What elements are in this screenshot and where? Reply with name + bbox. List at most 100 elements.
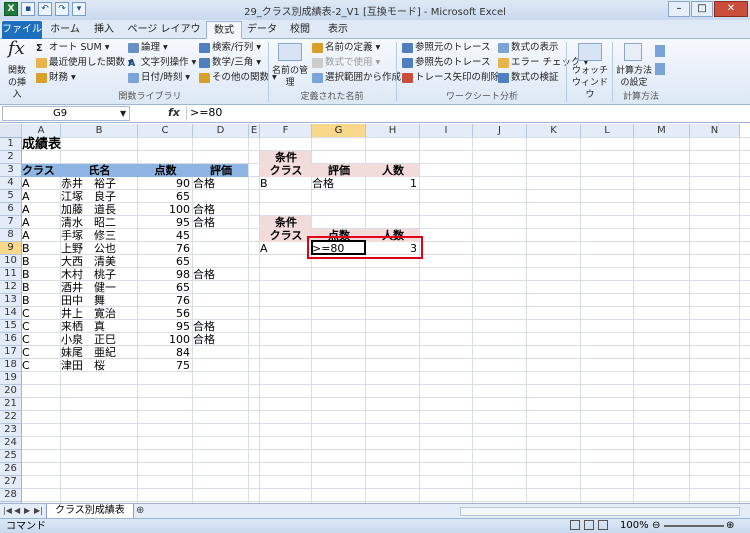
column-header[interactable]: K: [527, 124, 581, 138]
autosum-button[interactable]: Σ オート SUM ▾: [36, 42, 110, 54]
cell-grade[interactable]: [193, 229, 249, 242]
trace-precedents-button[interactable]: 参照元のトレース: [402, 42, 491, 54]
cell-score[interactable]: 56: [138, 307, 193, 320]
criteria-header-count[interactable]: 人数: [366, 164, 420, 177]
row-header[interactable]: 3: [0, 164, 22, 177]
financial-button[interactable]: 財務 ▾: [36, 72, 76, 84]
datetime-button[interactable]: 日付/時刻 ▾: [128, 72, 190, 84]
criteria-header-class[interactable]: クラス: [260, 229, 312, 242]
first-sheet-icon[interactable]: |◀: [3, 506, 12, 515]
cell-score[interactable]: 65: [138, 281, 193, 294]
header-score[interactable]: 点数: [138, 164, 193, 177]
column-header[interactable]: L: [581, 124, 634, 138]
cell-score[interactable]: 45: [138, 229, 193, 242]
minimize-button[interactable]: –: [668, 1, 690, 17]
define-name-button[interactable]: 名前の定義 ▾: [312, 42, 380, 54]
row-header[interactable]: 7: [0, 216, 22, 229]
use-in-formula-button[interactable]: 数式で使用 ▾: [312, 57, 380, 69]
criteria-header-grade[interactable]: 評価: [312, 164, 366, 177]
remove-arrows-button[interactable]: トレース矢印の削除 ▾: [402, 72, 508, 84]
column-header[interactable]: I: [420, 124, 473, 138]
cell-grade[interactable]: [193, 255, 249, 268]
criteria-count-result[interactable]: 1: [366, 177, 420, 190]
recent-functions-button[interactable]: 最近使用した関数 ▾: [36, 57, 133, 69]
column-header[interactable]: C: [138, 124, 193, 138]
evaluate-formula-button[interactable]: 数式の検証: [498, 72, 559, 84]
column-header[interactable]: B: [61, 124, 138, 138]
column-header[interactable]: H: [366, 124, 420, 138]
formula-input[interactable]: >=80: [186, 106, 746, 121]
lookup-button[interactable]: 検索/行列 ▾: [199, 42, 261, 54]
cell-grade[interactable]: [193, 242, 249, 255]
prev-sheet-icon[interactable]: ◀: [14, 506, 20, 515]
cell-class[interactable]: A: [22, 190, 61, 203]
cell-score[interactable]: 76: [138, 242, 193, 255]
row-header[interactable]: 13: [0, 294, 22, 307]
zoom-in-icon[interactable]: ⊕: [726, 519, 734, 532]
row-header[interactable]: 18: [0, 359, 22, 372]
row-header[interactable]: 23: [0, 424, 22, 437]
column-header[interactable]: F: [260, 124, 312, 138]
cell-score[interactable]: 84: [138, 346, 193, 359]
cell-grade[interactable]: [193, 281, 249, 294]
row-header[interactable]: 27: [0, 476, 22, 489]
cell-name[interactable]: 赤井 裕子: [61, 177, 138, 190]
row-header[interactable]: 12: [0, 281, 22, 294]
cell-name[interactable]: 井上 寛治: [61, 307, 138, 320]
cell-class[interactable]: A: [22, 203, 61, 216]
tab-file[interactable]: ファイル: [2, 21, 42, 39]
create-from-selection-button[interactable]: 選択範囲から作成: [312, 72, 401, 84]
cell-score[interactable]: 95: [138, 320, 193, 333]
row-header[interactable]: 11: [0, 268, 22, 281]
row-header[interactable]: 8: [0, 229, 22, 242]
cell-name[interactable]: 加藤 道長: [61, 203, 138, 216]
row-header[interactable]: 24: [0, 437, 22, 450]
logical-button[interactable]: 論理 ▾: [128, 42, 168, 54]
tab-data[interactable]: データ: [244, 21, 280, 39]
cell-class[interactable]: B: [22, 268, 61, 281]
column-header[interactable]: A: [22, 124, 61, 138]
zoom-slider[interactable]: [664, 525, 724, 527]
calc-options-button[interactable]: 計算方法の設定: [614, 65, 654, 89]
criteria-class-value[interactable]: B: [260, 177, 312, 190]
cell-name[interactable]: 上野 公也: [61, 242, 138, 255]
cell-name[interactable]: 木村 桃子: [61, 268, 138, 281]
column-header[interactable]: D: [193, 124, 249, 138]
row-header[interactable]: 9: [0, 242, 22, 255]
insert-sheet-icon[interactable]: ⊕: [136, 505, 144, 516]
cell-class[interactable]: B: [22, 255, 61, 268]
insert-function-button[interactable]: 関数の挿入: [4, 65, 30, 101]
cell-score[interactable]: 98: [138, 268, 193, 281]
maximize-button[interactable]: □: [691, 1, 713, 17]
cell-name[interactable]: 津田 桜: [61, 359, 138, 372]
cell-name[interactable]: 酒井 健一: [61, 281, 138, 294]
cell-name[interactable]: 手塚 修三: [61, 229, 138, 242]
cell-name[interactable]: 妹尾 亜紀: [61, 346, 138, 359]
column-header[interactable]: J: [473, 124, 527, 138]
watch-window-button[interactable]: ウォッチ ウィンドウ: [570, 65, 610, 101]
criteria-class-value[interactable]: A: [260, 242, 312, 255]
zoom-out-icon[interactable]: ⊖: [652, 519, 660, 532]
row-header[interactable]: 1: [0, 138, 22, 151]
row-header[interactable]: 20: [0, 385, 22, 398]
cell-score[interactable]: 90: [138, 177, 193, 190]
cell-name[interactable]: 来栖 真: [61, 320, 138, 333]
cell-name[interactable]: 大西 清美: [61, 255, 138, 268]
cell-class[interactable]: B: [22, 281, 61, 294]
cell-class[interactable]: A: [22, 177, 61, 190]
cell-grade[interactable]: 合格: [193, 203, 249, 216]
tab-review[interactable]: 校閲: [282, 21, 318, 39]
horizontal-scrollbar[interactable]: [460, 507, 740, 516]
cell-grade[interactable]: 合格: [193, 320, 249, 333]
cell-score[interactable]: 76: [138, 294, 193, 307]
column-header[interactable]: N: [690, 124, 740, 138]
page-layout-view-icon[interactable]: [584, 520, 594, 530]
cell-class[interactable]: A: [22, 216, 61, 229]
page-break-view-icon[interactable]: [598, 520, 608, 530]
row-header[interactable]: 25: [0, 450, 22, 463]
header-name[interactable]: 氏名: [61, 164, 138, 177]
tab-formulas[interactable]: 数式: [206, 21, 242, 39]
row-header[interactable]: 5: [0, 190, 22, 203]
row-header[interactable]: 26: [0, 463, 22, 476]
cell-score[interactable]: 95: [138, 216, 193, 229]
